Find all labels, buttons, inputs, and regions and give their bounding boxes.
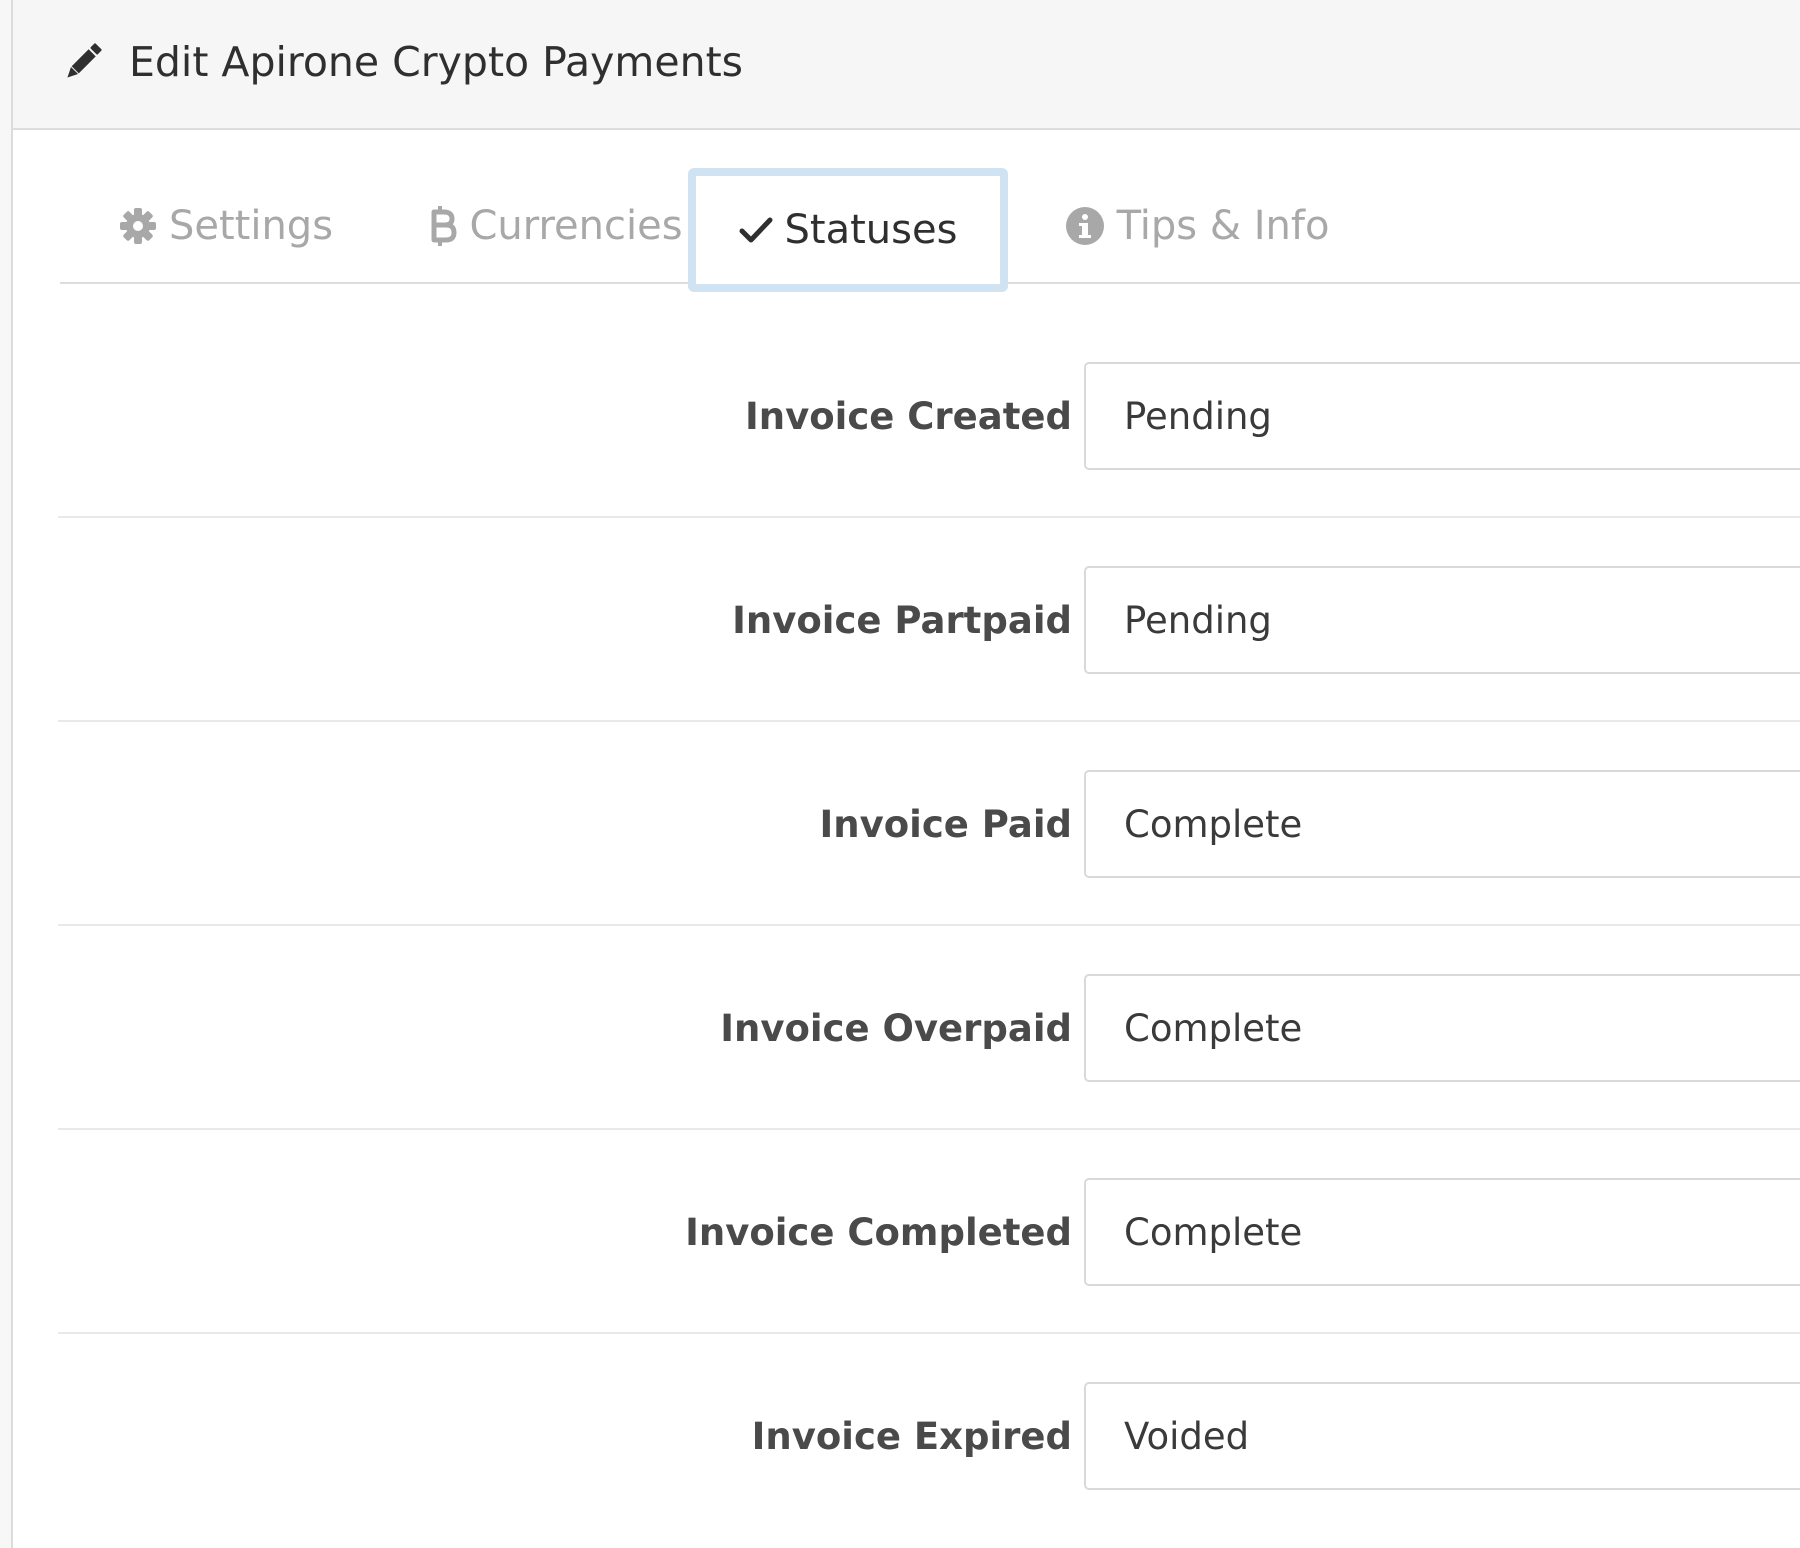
status-row-invoice-partpaid: Invoice Partpaid Pending [58, 518, 1800, 722]
bitcoin-icon [429, 206, 457, 246]
left-border [0, 0, 13, 1548]
invoice-completed-label: Invoice Completed [685, 1210, 1072, 1254]
invoice-expired-select[interactable]: Voided [1084, 1382, 1800, 1490]
panel-heading: Edit Apirone Crypto Payments [13, 0, 1800, 130]
invoice-overpaid-label: Invoice Overpaid [720, 1006, 1072, 1050]
tab-settings-label: Settings [168, 203, 334, 249]
status-row-invoice-created: Invoice Created Pending [58, 314, 1800, 518]
info-circle-icon [1065, 206, 1105, 246]
gear-icon [119, 207, 157, 245]
invoice-created-select[interactable]: Pending [1084, 362, 1800, 470]
status-row-invoice-completed: Invoice Completed Complete [58, 1130, 1800, 1334]
page-title: Edit Apirone Crypto Payments [129, 38, 743, 86]
check-icon [739, 215, 773, 245]
pencil-icon [59, 38, 107, 86]
tab-currencies-label: Currencies [469, 203, 683, 249]
tab-bar: Settings Currencies Statuses Tips & Info [60, 168, 1800, 292]
invoice-partpaid-label: Invoice Partpaid [732, 598, 1072, 642]
invoice-overpaid-select[interactable]: Complete [1084, 974, 1800, 1082]
status-row-invoice-overpaid: Invoice Overpaid Complete [58, 926, 1800, 1130]
invoice-completed-select[interactable]: Complete [1084, 1178, 1800, 1286]
invoice-created-label: Invoice Created [745, 394, 1072, 438]
status-row-invoice-expired: Invoice Expired Voided [58, 1334, 1800, 1538]
invoice-paid-select[interactable]: Complete [1084, 770, 1800, 878]
tab-statuses[interactable]: Statuses [688, 168, 1008, 292]
invoice-expired-label: Invoice Expired [751, 1414, 1072, 1458]
tab-settings[interactable]: Settings [106, 168, 346, 284]
tab-tips-info[interactable]: Tips & Info [1032, 168, 1362, 284]
tab-tips-info-label: Tips & Info [1116, 203, 1330, 249]
tab-statuses-label: Statuses [784, 207, 958, 253]
invoice-partpaid-select[interactable]: Pending [1084, 566, 1800, 674]
status-row-invoice-paid: Invoice Paid Complete [58, 722, 1800, 926]
tab-currencies[interactable]: Currencies [396, 168, 716, 284]
invoice-paid-label: Invoice Paid [819, 802, 1073, 846]
